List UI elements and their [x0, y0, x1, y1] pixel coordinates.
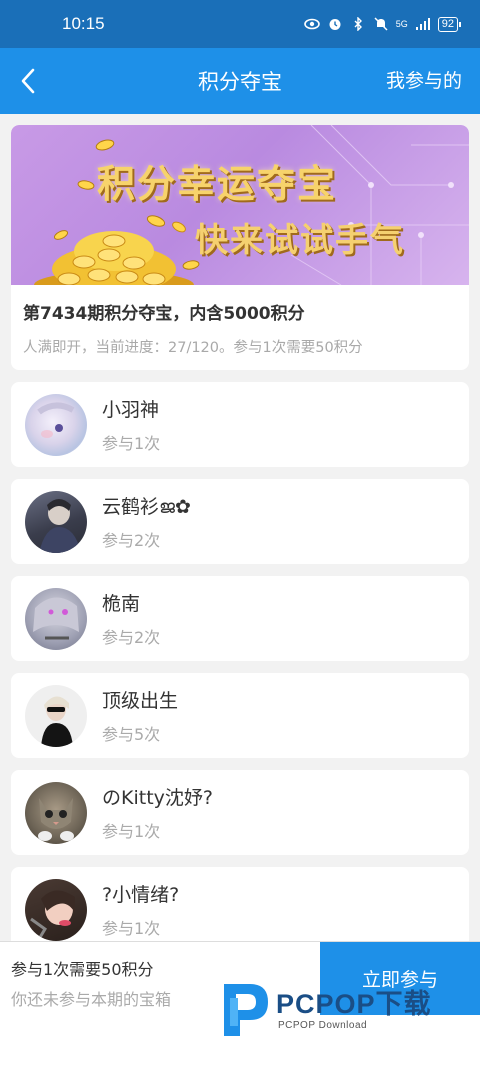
- participant-name: ?小情绪?: [102, 884, 180, 906]
- list-item[interactable]: ?小情绪? 参与1次: [11, 867, 469, 941]
- watermark-subtitle: PCPOP Download: [278, 1020, 368, 1031]
- status-time: 10:15: [62, 14, 105, 33]
- alarm-icon: [329, 19, 341, 30]
- participant-name: 云鹤衫ജ✿: [102, 496, 191, 518]
- status-icons: 5G 92: [303, 16, 462, 32]
- list-item[interactable]: 小羽神 参与1次: [11, 382, 469, 467]
- bluetooth-icon: [354, 17, 362, 31]
- avatar: [25, 781, 87, 844]
- status-bar: 10:15 5G 92: [0, 0, 480, 48]
- list-item[interactable]: 云鹤衫ജ✿ 参与2次: [11, 479, 469, 564]
- participant-name: 桅南: [102, 593, 141, 615]
- app-header: 积分夺宝 我参与的: [0, 48, 480, 114]
- avatar: [25, 878, 87, 941]
- banner-headline: 积分幸运夺宝: [97, 162, 338, 206]
- participation-status: 你还未参与本期的宝箱: [11, 990, 172, 1009]
- participation-count: 参与1次: [102, 434, 161, 453]
- avatar: [25, 393, 87, 456]
- banner-subheadline: 快来试试手气: [195, 220, 405, 259]
- participation-count: 参与1次: [102, 919, 161, 938]
- participation-count: 参与2次: [102, 628, 161, 647]
- lottery-card: 积分幸运夺宝 快来试试手气 第7434期积分夺宝，内含5000积分 人满即开，当…: [11, 125, 469, 370]
- participation-count: 参与1次: [102, 822, 161, 841]
- watermark-logo: PCPOP下载 PCPOP Download: [218, 978, 473, 1040]
- pcpop-logo-icon: [224, 984, 268, 1036]
- list-item[interactable]: 顶级出生 参与5次: [11, 673, 469, 758]
- signal-icon: [415, 18, 430, 30]
- participation-count: 参与2次: [102, 531, 161, 550]
- lottery-title: 第7434期积分夺宝，内含5000积分: [23, 304, 305, 324]
- my-participation-link[interactable]: 我参与的: [386, 48, 462, 114]
- promo-banner: 积分幸运夺宝 快来试试手气: [11, 125, 469, 285]
- participant-name: のKitty沈妤?: [102, 787, 213, 809]
- chevron-left-icon: [21, 68, 35, 94]
- avatar: [25, 684, 87, 747]
- participant-name: 小羽神: [102, 399, 160, 421]
- mute-icon: [374, 17, 388, 31]
- avatar: [25, 587, 87, 650]
- watermark-brand: PCPOP下载: [276, 989, 432, 1019]
- eye-icon: [303, 18, 320, 30]
- participant-name: 顶级出生: [102, 690, 179, 712]
- lottery-description: 人满即开，当前进度：27/120。参与1次需要50积分: [23, 340, 363, 356]
- avatar: [25, 490, 87, 553]
- network-label: 5G: [395, 19, 408, 29]
- battery-icon: 92: [437, 16, 462, 32]
- back-button[interactable]: [0, 48, 56, 114]
- participation-info: 参与1次需要50积分 你还未参与本期的宝箱: [11, 956, 171, 1010]
- list-item[interactable]: 桅南 参与2次: [11, 576, 469, 661]
- main-content[interactable]: 积分幸运夺宝 快来试试手气 第7434期积分夺宝，内含5000积分 人满即开，当…: [0, 114, 480, 941]
- cost-text: 参与1次需要50积分: [11, 960, 154, 979]
- participation-count: 参与5次: [102, 725, 161, 744]
- list-item[interactable]: のKitty沈妤? 参与1次: [11, 770, 469, 855]
